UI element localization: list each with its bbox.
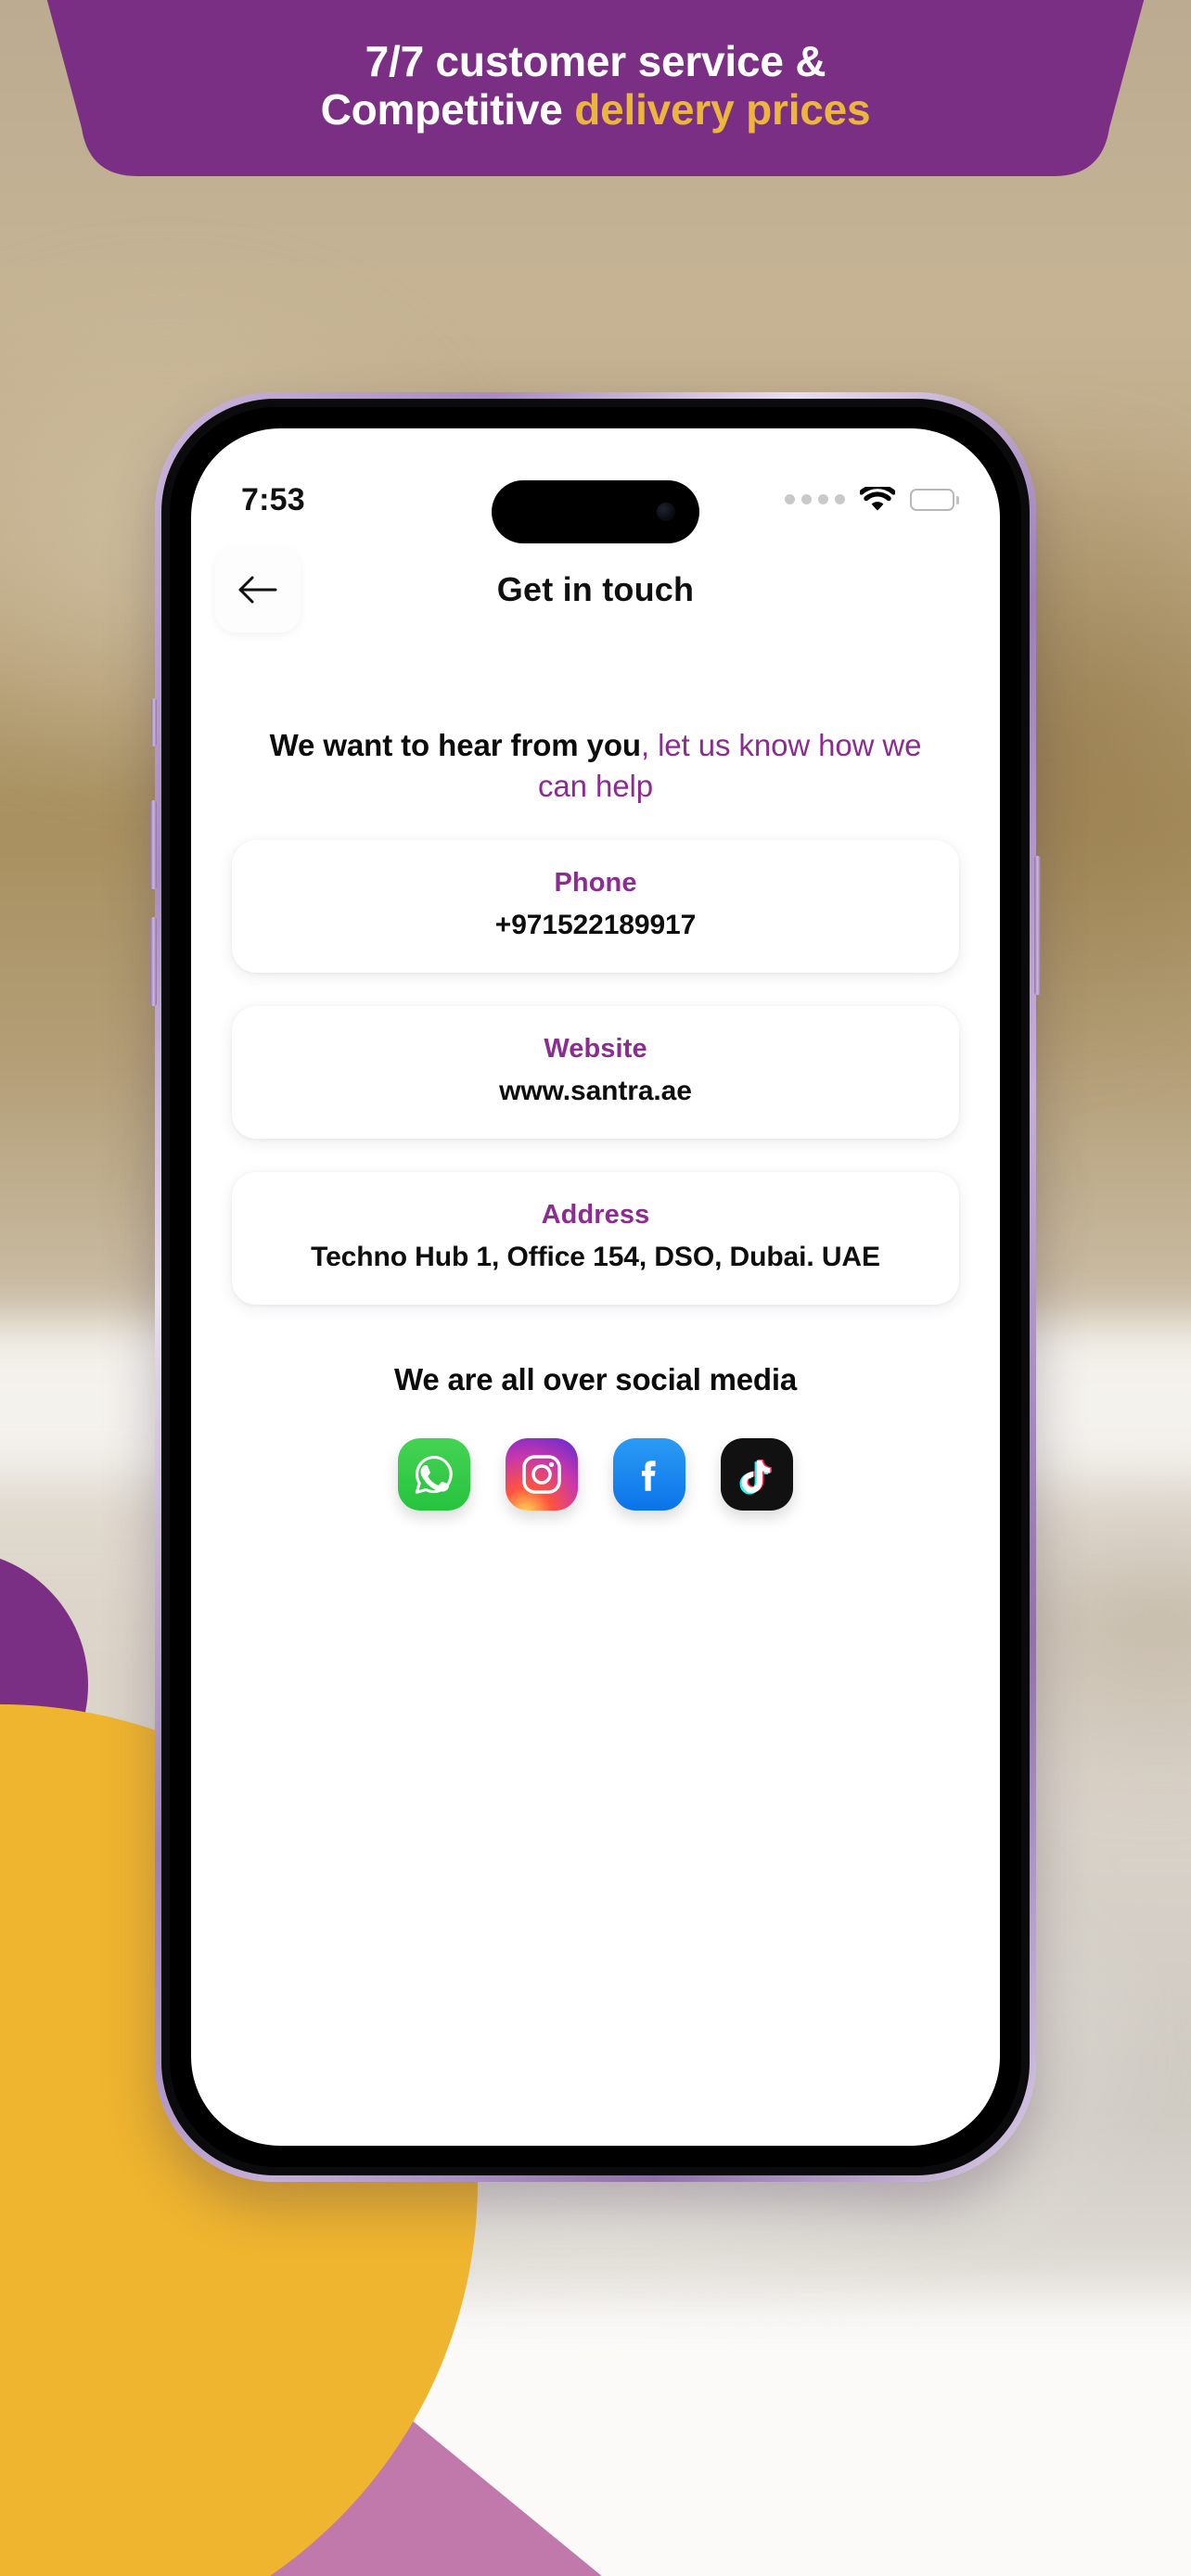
dynamic-island: [492, 480, 699, 543]
wifi-icon: [859, 487, 895, 513]
whatsapp-glyph: [415, 1456, 453, 1495]
tiktok-icon[interactable]: [721, 1438, 793, 1511]
instagram-glyph: [522, 1455, 561, 1495]
instagram-icon[interactable]: [506, 1438, 578, 1511]
facebook-glyph: [641, 1460, 656, 1492]
contact-card-phone[interactable]: Phone +971522189917: [232, 840, 959, 974]
battery-full-icon: [909, 489, 959, 511]
status-icons-group: [784, 487, 959, 513]
banner-line-2: Competitive delivery prices: [320, 85, 871, 134]
tiktok-glyph: [739, 1460, 772, 1495]
social-links-row: [232, 1438, 959, 1511]
app-header: Get in touch: [191, 538, 1000, 638]
contact-card-address[interactable]: Address Techno Hub 1, Office 154, DSO, D…: [232, 1172, 959, 1306]
banner-line-2-accent: delivery prices: [574, 85, 871, 134]
contact-card-value: www.santra.ae: [499, 1076, 692, 1107]
contact-card-website[interactable]: Website www.santra.ae: [232, 1006, 959, 1140]
facebook-icon[interactable]: [613, 1438, 685, 1511]
banner-text-block: 7/7 customer service & Competitive deliv…: [0, 0, 1191, 182]
intro-bold: We want to hear from you: [269, 728, 641, 762]
volume-up-button[interactable]: [150, 800, 157, 889]
signal-dots-icon: [784, 493, 845, 506]
phone-frame: 7:53 Get in touch We want to hear from y…: [150, 392, 1041, 2182]
front-camera-icon: [657, 503, 675, 521]
phone-screen: 7:53 Get in touch We want to hear from y…: [191, 428, 1000, 2146]
app-body: We want to hear from you, let us know ho…: [191, 638, 1000, 2146]
status-time: 7:53: [241, 481, 305, 517]
page-title: Get in touch: [496, 570, 695, 608]
social-heading: We are all over social media: [393, 1362, 798, 1397]
contact-card-label: Phone: [554, 868, 637, 899]
banner-line-1: 7/7 customer service &: [365, 37, 826, 86]
phone-mockup: 7:53 Get in touch We want to hear from y…: [150, 392, 1041, 2182]
contact-card-value: Techno Hub 1, Office 154, DSO, Dubai. UA…: [311, 1242, 880, 1273]
banner-line-2-plain: Competitive: [320, 85, 575, 134]
power-button[interactable]: [1034, 856, 1041, 995]
whatsapp-icon[interactable]: [398, 1438, 470, 1511]
promo-banner: 7/7 customer service & Competitive deliv…: [0, 0, 1191, 182]
contact-card-label: Address: [541, 1200, 650, 1231]
contact-card-value: +971522189917: [494, 910, 697, 941]
intro-text: We want to hear from you, let us know ho…: [232, 725, 959, 807]
volume-down-button[interactable]: [150, 917, 157, 1006]
silence-switch[interactable]: [151, 698, 157, 746]
contact-card-label: Website: [544, 1034, 647, 1065]
